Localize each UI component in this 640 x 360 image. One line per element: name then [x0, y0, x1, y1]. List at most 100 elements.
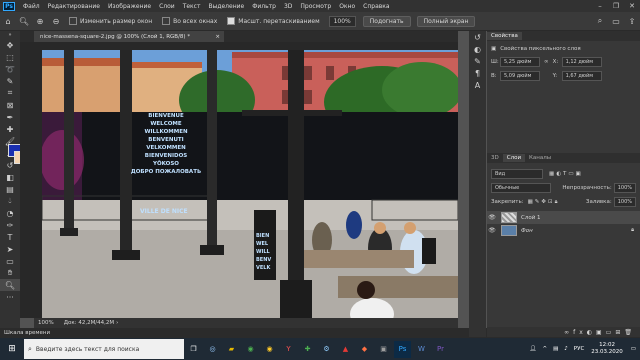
tab-channels[interactable]: Каналы [525, 154, 555, 162]
height-field[interactable]: 5,09 дюйм [500, 71, 540, 81]
brush-panel-icon[interactable]: ✎ [469, 55, 486, 67]
taskbar-search-box[interactable]: ⌕ Введите здесь текст для поиска [24, 339, 184, 359]
paragraph-panel-icon[interactable]: ¶ [469, 67, 486, 79]
frame-tool-icon[interactable]: ⊠ [0, 99, 20, 111]
menu-file[interactable]: Файл [19, 3, 44, 10]
more-tools-icon[interactable]: ··· [0, 291, 20, 303]
minimize-icon[interactable]: – [592, 2, 608, 10]
status-arrow-icon[interactable]: › [116, 320, 118, 326]
menu-view[interactable]: Просмотр [296, 3, 335, 10]
steam-icon[interactable]: ◎ [204, 341, 221, 358]
zoom-in-icon[interactable]: ⊕ [34, 15, 46, 27]
layer-filter-icons[interactable]: ▦◐T▭▣ [549, 171, 583, 177]
layers-footer-icons[interactable]: ∞fx◐▣▭⊞🗑︎ [564, 329, 636, 336]
link-icon[interactable]: ∞ [544, 59, 549, 65]
menu-help[interactable]: Справка [359, 3, 393, 10]
explorer-icon[interactable]: ▰ [223, 341, 240, 358]
marquee-tool-icon[interactable]: ⬚ [0, 51, 20, 63]
menu-type[interactable]: Текст [179, 3, 205, 10]
media-icon[interactable]: ◆ [356, 341, 373, 358]
blur-tool-icon[interactable]: 💧︎ [0, 195, 20, 207]
visibility-eye-icon[interactable]: 👁︎ [487, 227, 497, 234]
notifications-icon[interactable]: ▭ [631, 346, 636, 352]
y-field[interactable]: 1,67 дюйм [561, 71, 602, 81]
tab-3d[interactable]: 3D [487, 154, 503, 162]
quick-select-icon[interactable]: ✎ [0, 75, 20, 87]
zoom-out-icon[interactable]: ⊖ [50, 15, 62, 27]
menu-select[interactable]: Выделение [204, 3, 248, 10]
maximize-icon[interactable]: ❐ [608, 2, 624, 10]
layer-row[interactable]: 👁︎ Фон 🔒︎ [487, 224, 640, 237]
share-icon[interactable]: ⇪ [626, 15, 638, 27]
close-icon[interactable]: ✕ [624, 2, 640, 10]
network-icon[interactable]: ▤ [553, 346, 558, 352]
tab-layers[interactable]: Слои [502, 154, 526, 162]
lasso-tool-icon[interactable]: ➰ [0, 63, 20, 75]
language-indicator[interactable]: РУС [574, 346, 585, 352]
width-field[interactable]: 5,25 дюйм [500, 57, 540, 67]
premiere-icon[interactable]: Pr [432, 341, 449, 358]
document-tab[interactable]: nice-massena-square-2.jpg @ 100% (Слой 1… [34, 31, 224, 42]
zoom-percent-field[interactable]: 100% [328, 15, 356, 27]
opacity-field[interactable]: 100% [613, 183, 636, 193]
app-icon[interactable]: ▣ [375, 341, 392, 358]
task-view-icon[interactable]: ❐ [185, 341, 202, 358]
menu-window[interactable]: Окно [335, 3, 359, 10]
gradient-tool-icon[interactable]: ▤ [0, 183, 20, 195]
shape-tool-icon[interactable]: ▭ [0, 255, 20, 267]
crop-tool-icon[interactable]: ⌗ [0, 87, 20, 99]
tray-arrow-icon[interactable]: ^ [542, 346, 547, 352]
chrome-canary-icon[interactable]: ◉ [261, 341, 278, 358]
zoom-tool-icon[interactable]: 🔍︎ [18, 15, 30, 27]
pen-tool-icon[interactable]: ✑ [0, 219, 20, 231]
x-field[interactable]: 1,12 дюйм [561, 57, 602, 67]
adjustments-panel-icon[interactable]: ◐ [469, 43, 486, 55]
layer-row[interactable]: 👁︎ Слой 1 [487, 211, 640, 224]
menu-edit[interactable]: Редактирование [44, 3, 104, 10]
chrome-icon[interactable]: ◉ [242, 341, 259, 358]
character-panel-icon[interactable]: A [469, 79, 486, 91]
eyedropper-icon[interactable]: ✒ [0, 111, 20, 123]
zoom-tool-icon[interactable]: 🔍︎ [0, 279, 20, 291]
word-icon[interactable]: W [413, 341, 430, 358]
clock[interactable]: 12:02 23.03.2020 [591, 342, 623, 356]
workspace-icon[interactable]: ▭ [610, 15, 622, 27]
tab-properties[interactable]: Свойства [487, 32, 522, 40]
all-windows-checkbox[interactable]: Во всех окнах [162, 17, 217, 25]
people-icon[interactable]: 👤︎ [529, 346, 536, 352]
search-icon[interactable]: ⌕ [594, 15, 606, 27]
menu-3d[interactable]: 3D [280, 3, 296, 10]
volume-icon[interactable]: ♪ [564, 346, 568, 352]
collapse-icon[interactable]: » [0, 31, 20, 39]
menu-layers[interactable]: Слои [155, 3, 179, 10]
healing-brush-icon[interactable]: ✚ [0, 123, 20, 135]
fit-screen-button[interactable]: Подогнать [362, 15, 411, 27]
lock-icons[interactable]: ▦✎✥⊡🔒︎ [528, 199, 560, 206]
yandex-icon[interactable]: Y [280, 341, 297, 358]
close-document-icon[interactable]: × [215, 34, 220, 40]
document-image[interactable]: BIENVENUE WELCOME WILLKOMMEN BENVENUTI V… [42, 50, 458, 318]
menu-image[interactable]: Изображение [104, 3, 155, 10]
path-select-icon[interactable]: ➤ [0, 243, 20, 255]
history-panel-icon[interactable]: ↺ [469, 31, 486, 43]
dodge-tool-icon[interactable]: ◔ [0, 207, 20, 219]
hand-tool-icon[interactable]: ✋︎ [0, 267, 20, 279]
home-icon[interactable]: ⌂ [2, 15, 14, 27]
settings-icon[interactable]: ⚙ [318, 341, 335, 358]
visibility-eye-icon[interactable]: 👁︎ [487, 214, 497, 221]
photoshop-taskbar-icon[interactable]: Ps [394, 340, 411, 358]
blend-mode-select[interactable]: Обычные [491, 183, 551, 193]
menu-filter[interactable]: Фильтр [248, 3, 280, 10]
resize-windows-checkbox[interactable]: Изменить размер окон [69, 17, 152, 25]
fill-screen-button[interactable]: Полный экран [416, 15, 476, 27]
acrobat-icon[interactable]: ▲ [337, 341, 354, 358]
windows-start-icon[interactable]: ⊞ [4, 341, 20, 357]
layer-kind-select[interactable]: Вид [491, 169, 543, 179]
status-zoom[interactable]: 100% [38, 320, 54, 326]
move-tool-icon[interactable]: ✥ [0, 39, 20, 51]
fill-field[interactable]: 100% [613, 197, 636, 207]
scrubby-zoom-checkbox[interactable]: Масшт. перетаскиванием [227, 17, 320, 25]
app-icon[interactable]: ✚ [299, 341, 316, 358]
type-tool-icon[interactable]: T [0, 231, 20, 243]
eraser-tool-icon[interactable]: ◧ [0, 171, 20, 183]
